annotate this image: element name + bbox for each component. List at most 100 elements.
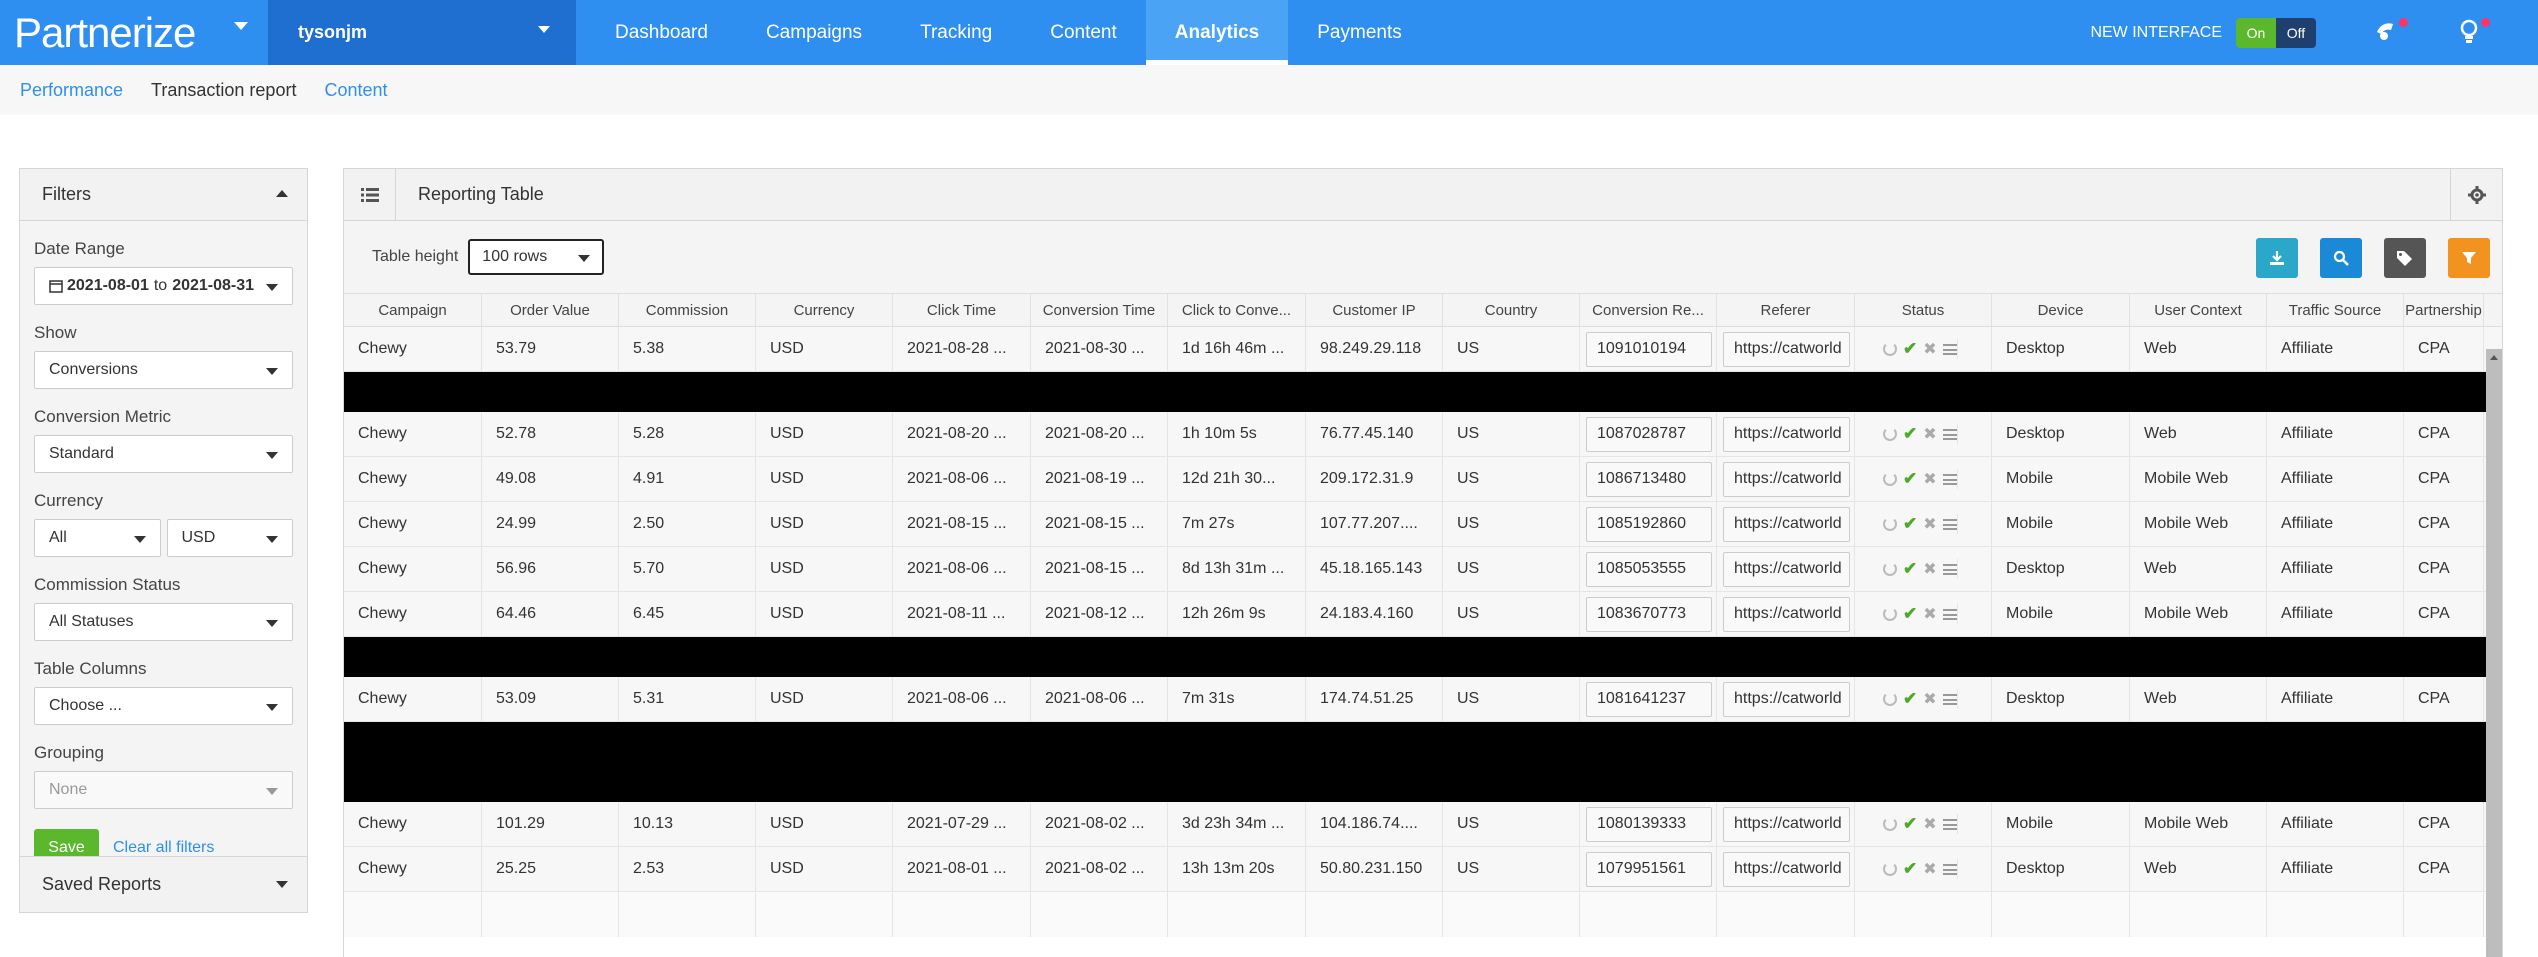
referer-value[interactable]: https://catworld — [1723, 506, 1850, 542]
refresh-icon[interactable] — [1883, 862, 1897, 876]
column-header[interactable]: Conversion Time — [1031, 294, 1168, 326]
table-columns-select[interactable]: Choose ... — [34, 687, 293, 725]
scroll-up-arrow-icon[interactable] — [2490, 355, 2498, 360]
check-icon[interactable]: ✔ — [1903, 604, 1917, 624]
subnav-performance[interactable]: Performance — [20, 80, 123, 101]
column-header[interactable]: Device — [1992, 294, 2130, 326]
table-row[interactable]: Chewy 25.25 2.53 USD 2021-08-01 ... 2021-08-0… — [344, 847, 2502, 892]
filter-button[interactable] — [2448, 238, 2490, 278]
refresh-icon[interactable] — [1883, 427, 1897, 441]
column-header[interactable]: Order Value — [482, 294, 619, 326]
referer-value[interactable]: https://catworld — [1723, 851, 1850, 887]
menu-icon[interactable] — [1942, 428, 1957, 440]
menu-icon[interactable] — [1942, 693, 1957, 705]
column-header[interactable]: Traffic Source — [2267, 294, 2404, 326]
nav-content[interactable]: Content — [1021, 0, 1146, 65]
menu-icon[interactable] — [1942, 343, 1957, 355]
list-icon[interactable] — [344, 168, 396, 221]
referer-value[interactable]: https://catworld — [1723, 331, 1850, 367]
referer-value[interactable]: https://catworld — [1723, 461, 1850, 497]
menu-icon[interactable] — [1942, 608, 1957, 620]
download-button[interactable] — [2256, 238, 2298, 278]
refresh-icon[interactable] — [1883, 342, 1897, 356]
check-icon[interactable]: ✔ — [1903, 424, 1917, 444]
menu-icon[interactable] — [1942, 473, 1957, 485]
toggle-on[interactable]: On — [2236, 17, 2276, 48]
subnav-transaction-report[interactable]: Transaction report — [151, 80, 296, 101]
check-icon[interactable]: ✔ — [1903, 689, 1917, 709]
reject-icon[interactable]: ✖ — [1923, 859, 1936, 879]
conversion-ref-value[interactable]: 1079951561 — [1586, 851, 1712, 887]
commission-status-select[interactable]: All Statuses — [34, 603, 293, 641]
table-row[interactable]: Chewy 101.29 10.13 USD 2021-07-29 ... 2021-08… — [344, 802, 2502, 847]
column-header[interactable]: Campaign — [344, 294, 482, 326]
referer-value[interactable]: https://catworld — [1723, 681, 1850, 717]
nav-tracking[interactable]: Tracking — [891, 0, 1021, 65]
column-header[interactable]: Conversion Re... — [1580, 294, 1717, 326]
notifications-icon[interactable] — [2374, 17, 2408, 48]
conversion-ref-value[interactable]: 1083670773 — [1586, 596, 1712, 632]
check-icon[interactable]: ✔ — [1903, 559, 1917, 579]
conversion-metric-select[interactable]: Standard — [34, 435, 293, 473]
column-header[interactable]: Currency — [756, 294, 893, 326]
new-interface-toggle[interactable]: On Off — [2236, 17, 2316, 48]
clear-filters-link[interactable]: Clear all filters — [113, 839, 214, 857]
table-row[interactable]: Chewy 24.99 2.50 USD 2021-08-15 ... 2021-08-1… — [344, 502, 2502, 547]
date-range-picker[interactable]: 2021-08-01 to 2021-08-31 — [34, 267, 293, 305]
collapse-icon[interactable] — [276, 190, 288, 197]
menu-icon[interactable] — [1942, 518, 1957, 530]
column-header[interactable]: Customer IP — [1306, 294, 1443, 326]
referer-value[interactable]: https://catworld — [1723, 806, 1850, 842]
table-row[interactable]: Chewy 56.96 5.70 USD 2021-08-06 ... 2021-08-1… — [344, 547, 2502, 592]
nav-dashboard[interactable]: Dashboard — [586, 0, 737, 65]
reject-icon[interactable]: ✖ — [1923, 339, 1936, 359]
column-header[interactable]: Referer — [1717, 294, 1855, 326]
search-button[interactable] — [2320, 238, 2362, 278]
check-icon[interactable]: ✔ — [1903, 514, 1917, 534]
reject-icon[interactable]: ✖ — [1923, 604, 1936, 624]
referer-value[interactable]: https://catworld — [1723, 551, 1850, 587]
reject-icon[interactable]: ✖ — [1923, 424, 1936, 444]
conversion-ref-value[interactable]: 1085192860 — [1586, 506, 1712, 542]
conversion-ref-value[interactable]: 1086713480 — [1586, 461, 1712, 497]
check-icon[interactable]: ✔ — [1903, 814, 1917, 834]
column-header[interactable]: Click Time — [893, 294, 1031, 326]
conversion-ref-value[interactable]: 1087028787 — [1586, 416, 1712, 452]
nav-analytics[interactable]: Analytics — [1145, 0, 1289, 65]
refresh-icon[interactable] — [1883, 562, 1897, 576]
column-header[interactable]: Commission — [619, 294, 756, 326]
nav-campaigns[interactable]: Campaigns — [737, 0, 891, 65]
column-header[interactable]: Country — [1443, 294, 1580, 326]
filters-header[interactable]: Filters — [20, 169, 307, 221]
reject-icon[interactable]: ✖ — [1923, 469, 1936, 489]
conversion-ref-value[interactable]: 1085053555 — [1586, 551, 1712, 587]
saved-reports-header[interactable]: Saved Reports — [20, 856, 307, 912]
subnav-content[interactable]: Content — [324, 80, 387, 101]
check-icon[interactable]: ✔ — [1903, 859, 1917, 879]
reject-icon[interactable]: ✖ — [1923, 514, 1936, 534]
column-header[interactable]: Click to Conve... — [1168, 294, 1306, 326]
menu-icon[interactable] — [1942, 863, 1957, 875]
check-icon[interactable]: ✔ — [1903, 469, 1917, 489]
currency-select-a[interactable]: All — [34, 519, 161, 557]
table-row[interactable]: Chewy 49.08 4.91 USD 2021-08-06 ... 2021-08-1… — [344, 457, 2502, 502]
reject-icon[interactable]: ✖ — [1923, 689, 1936, 709]
tags-button[interactable] — [2384, 238, 2426, 278]
reject-icon[interactable]: ✖ — [1923, 559, 1936, 579]
column-header[interactable]: Status — [1855, 294, 1992, 326]
nav-payments[interactable]: Payments — [1288, 0, 1430, 65]
check-icon[interactable]: ✔ — [1903, 339, 1917, 359]
conversion-ref-value[interactable]: 1081641237 — [1586, 681, 1712, 717]
column-header[interactable]: Partnership — [2404, 294, 2484, 326]
account-switcher[interactable]: tysonjm — [268, 0, 576, 65]
refresh-icon[interactable] — [1883, 692, 1897, 706]
show-select[interactable]: Conversions — [34, 351, 293, 389]
vertical-scrollbar[interactable] — [2486, 349, 2502, 957]
brand-logo[interactable]: Partnerize — [0, 0, 268, 65]
currency-select-b[interactable]: USD — [166, 519, 293, 557]
refresh-icon[interactable] — [1883, 817, 1897, 831]
menu-icon[interactable] — [1942, 818, 1957, 830]
referer-value[interactable]: https://catworld — [1723, 416, 1850, 452]
table-row[interactable]: Chewy 53.79 5.38 USD 2021-08-28 ... 2021-08-3… — [344, 327, 2502, 372]
lightbulb-icon[interactable] — [2456, 17, 2490, 48]
